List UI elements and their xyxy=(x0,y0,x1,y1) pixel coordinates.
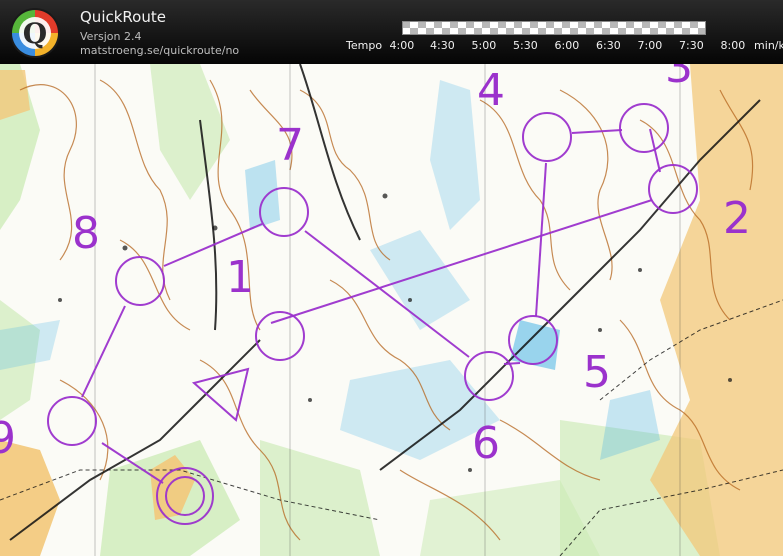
scale-cell xyxy=(554,28,562,35)
scale-cell xyxy=(594,21,602,28)
control-number-5: 5 xyxy=(583,347,611,398)
control-number-6: 6 xyxy=(472,418,500,469)
tempo-tick: 7:00 xyxy=(637,39,663,52)
scale-cell xyxy=(674,21,682,28)
scale-cell xyxy=(490,28,498,35)
app-url[interactable]: matstroeng.se/quickroute/no xyxy=(80,44,239,57)
scale-cell xyxy=(506,28,514,35)
control-number-7: 7 xyxy=(276,120,304,171)
scale-cell xyxy=(602,28,610,35)
scale-cell xyxy=(514,21,522,28)
scale-cell xyxy=(458,28,466,35)
scale-cell xyxy=(618,28,626,35)
scale-cell xyxy=(626,21,634,28)
control-number-8: 8 xyxy=(72,208,100,259)
tempo-unit: min/km xyxy=(754,39,783,52)
tempo-tick: 6:30 xyxy=(596,39,621,52)
scale-cell xyxy=(466,21,474,28)
scale-cell xyxy=(410,28,418,35)
scale-cell xyxy=(570,28,578,35)
scale-cell xyxy=(578,21,586,28)
scale-cell xyxy=(434,21,442,28)
tempo-tick: 5:00 xyxy=(471,39,497,52)
scale-cell xyxy=(562,21,570,28)
scale-cell xyxy=(522,28,530,35)
scale-cell xyxy=(418,21,426,28)
scale-cell xyxy=(546,21,554,28)
scale-cell xyxy=(538,28,546,35)
app-title: QuickRoute xyxy=(80,8,166,26)
tempo-tick: 4:00 xyxy=(389,39,415,52)
scale-cell xyxy=(586,28,594,35)
tempo-tick: 5:30 xyxy=(513,39,538,52)
scale-cell xyxy=(690,21,698,28)
quickroute-window: Q QuickRoute Versjon 2.4 matstroeng.se/q… xyxy=(0,0,783,556)
tempo-tick: 6:00 xyxy=(554,39,580,52)
scale-cell xyxy=(530,21,538,28)
scale-cell xyxy=(442,28,450,35)
tempo-tick: 8:00 xyxy=(720,39,746,52)
orienteering-map[interactable]: 1 2 3 4 5 6 7 8 9 xyxy=(0,64,783,556)
scale-cell xyxy=(634,28,642,35)
scale-cell xyxy=(482,21,490,28)
scale-cell xyxy=(610,21,618,28)
tempo-tick: 7:30 xyxy=(679,39,704,52)
scale-cell xyxy=(666,28,674,35)
control-number-1: 1 xyxy=(226,252,254,303)
scale-cell xyxy=(642,21,650,28)
control-number-2: 2 xyxy=(723,193,751,244)
quickroute-logo-icon: Q xyxy=(10,8,60,58)
logo-letter: Q xyxy=(23,17,47,50)
control-number-4: 4 xyxy=(477,65,505,116)
tempo-legend: Tempo 4:00 4:30 5:00 5:30 6:00 6:30 7:00… xyxy=(346,39,783,52)
tempo-tick: 4:30 xyxy=(430,39,455,52)
scale-cell xyxy=(474,28,482,35)
app-header: Q QuickRoute Versjon 2.4 matstroeng.se/q… xyxy=(0,0,783,64)
scale-cell xyxy=(426,28,434,35)
control-number-9: 9 xyxy=(0,413,16,464)
scale-cell xyxy=(658,21,666,28)
scale-cell xyxy=(450,21,458,28)
scale-cell xyxy=(682,28,690,35)
scale-cell xyxy=(698,28,706,35)
app-version: Versjon 2.4 xyxy=(80,30,142,43)
tempo-label: Tempo xyxy=(346,39,383,52)
control-number-3: 3 xyxy=(665,64,693,93)
scale-cell xyxy=(498,21,506,28)
tempo-color-scale xyxy=(402,21,706,35)
scale-cell xyxy=(650,28,658,35)
scale-cell xyxy=(402,21,410,28)
